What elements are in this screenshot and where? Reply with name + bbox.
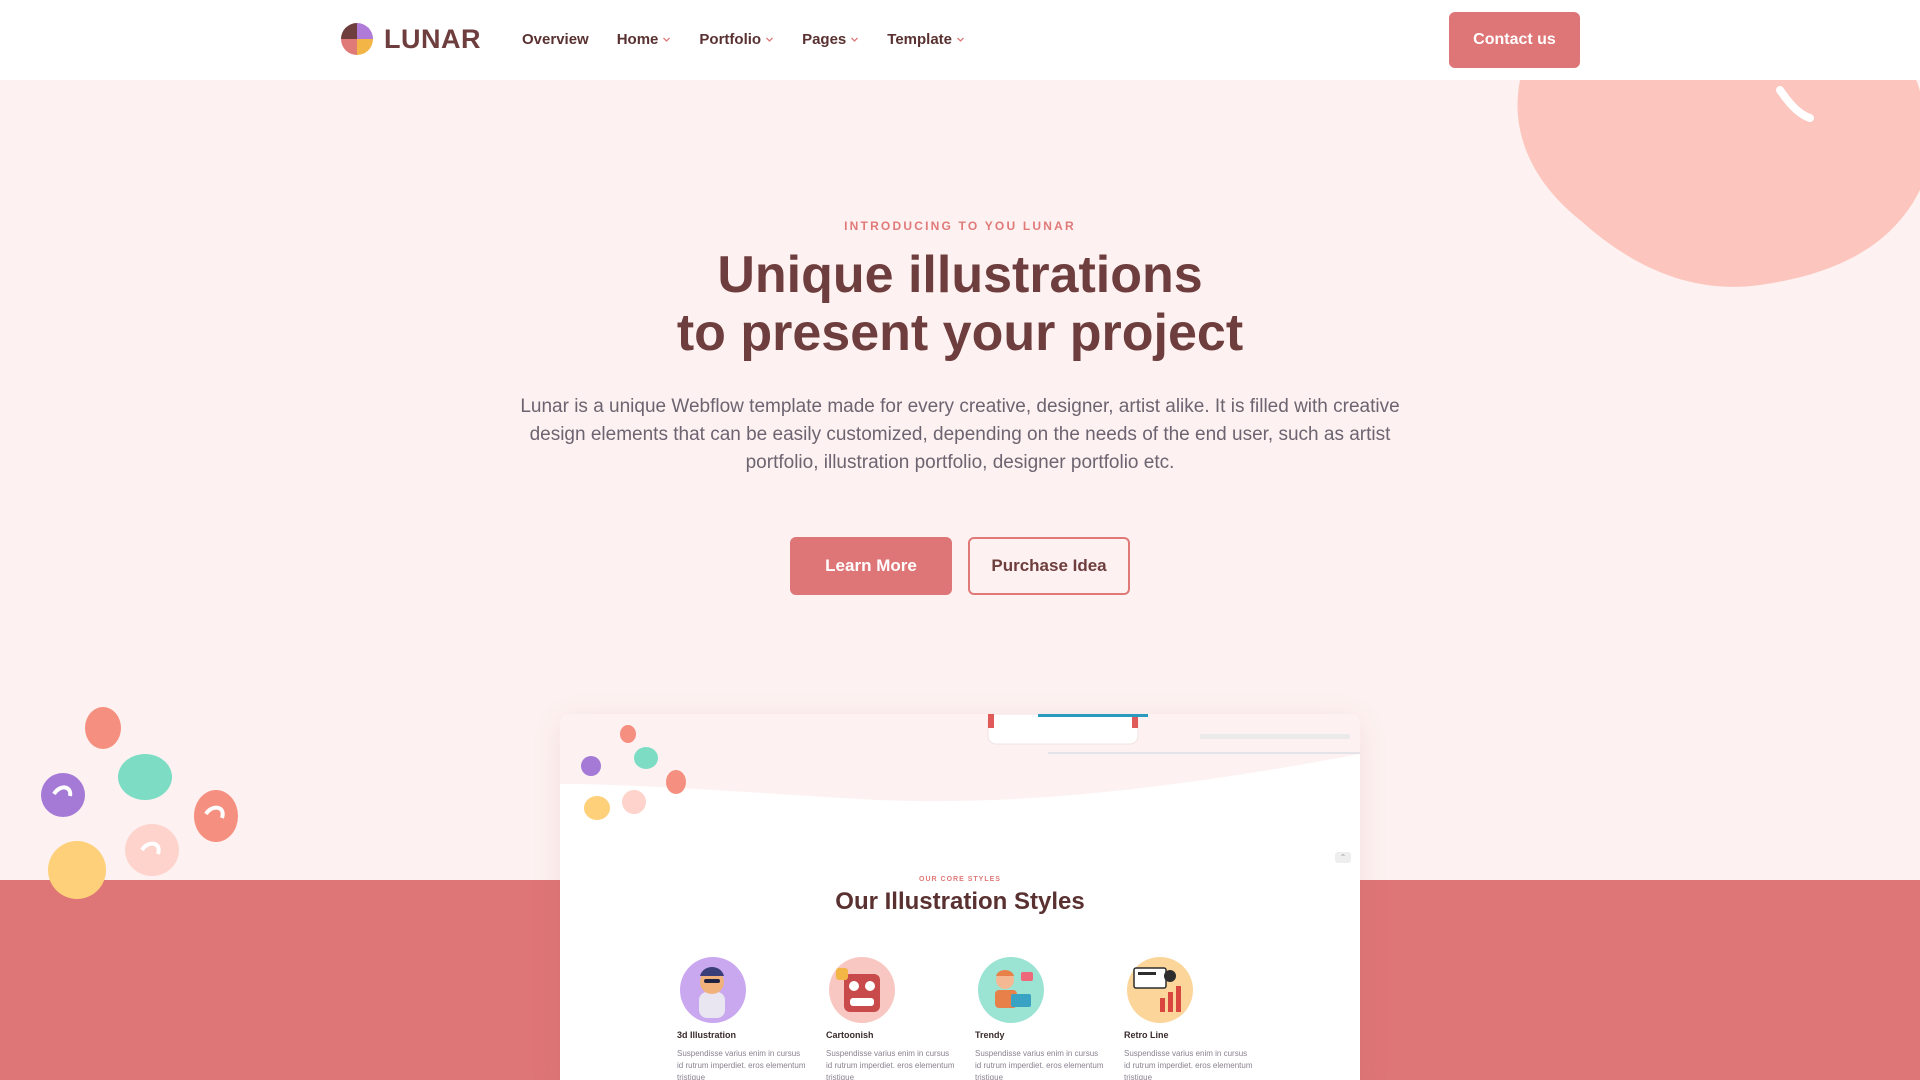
chevron-down-icon [765, 35, 774, 44]
purchase-idea-button[interactable]: Purchase Idea [968, 537, 1130, 595]
style-card-retro-line[interactable]: Retro Line Suspendisse varius enim in cu… [1124, 954, 1273, 1080]
trendy-icon [978, 957, 1044, 1023]
style-card-text: Suspendisse varius enim in cursus id rut… [1124, 1049, 1253, 1080]
nav-item-label: Pages [802, 31, 847, 48]
cartoonish-icon [829, 957, 895, 1023]
chevron-down-icon [850, 35, 859, 44]
style-card-title: Retro Line [1124, 1030, 1169, 1040]
hero-title-line-1: Unique illustrations [717, 246, 1203, 304]
preview-eyebrow: OUR CORE STYLES [919, 876, 1001, 883]
nav-item-label: Template [887, 31, 953, 48]
nav-item-overview[interactable]: Overview [522, 31, 589, 48]
style-card-cartoonish[interactable]: Cartoonish Suspendisse varius enim in cu… [826, 954, 975, 1080]
template-preview: ⌃ OUR CORE STYLES Our Illustration Style… [560, 714, 1360, 1080]
chevron-down-icon [662, 35, 671, 44]
preview-blobs [581, 725, 686, 820]
nav-item-portfolio[interactable]: Portfolio [699, 31, 774, 48]
retro-line-icon [1127, 957, 1193, 1023]
style-card-title: 3d Illustration [677, 1030, 737, 1040]
logo-text: LUNAR [384, 23, 481, 54]
learn-more-button[interactable]: Learn More [790, 537, 952, 595]
style-card-text: Suspendisse varius enim in cursus id rut… [677, 1049, 806, 1080]
style-card-3d[interactable]: 3d Illustration Suspendisse varius enim … [677, 954, 826, 1080]
logo[interactable]: LUNAR [340, 22, 481, 56]
style-card-title: Cartoonish [826, 1030, 874, 1040]
3d-illustration-icon [680, 957, 746, 1023]
chevron-down-icon [956, 35, 965, 44]
style-card-trendy[interactable]: Trendy Suspendisse varius enim in cursus… [975, 954, 1124, 1080]
nav-item-home[interactable]: Home [617, 31, 672, 48]
nav-item-template[interactable]: Template [887, 31, 965, 48]
illustration-styles-list: 3d Illustration Suspendisse varius enim … [677, 954, 1273, 1080]
preview-title: Our Illustration Styles [835, 888, 1085, 915]
decorative-blob [1517, 70, 1920, 287]
nav-item-label: Overview [522, 31, 589, 48]
hero-description: Lunar is a unique Webflow template made … [520, 396, 1400, 473]
nav-item-label: Home [616, 31, 659, 48]
lunar-logo-icon [341, 23, 373, 55]
site-header: LUNAR Overview Home Portfolio Pages Temp… [0, 0, 1920, 80]
nav-item-pages[interactable]: Pages [802, 31, 859, 48]
decorative-blobs [41, 707, 238, 899]
hero-title-line-2: to present your project [676, 304, 1244, 362]
scroll-up-icon[interactable]: ⌃ [1335, 852, 1351, 863]
nav-item-label: Portfolio [699, 31, 762, 48]
contact-us-button[interactable]: Contact us [1449, 12, 1580, 68]
style-card-text: Suspendisse varius enim in cursus id rut… [975, 1049, 1104, 1080]
style-card-text: Suspendisse varius enim in cursus id rut… [826, 1049, 955, 1080]
main-nav: Overview Home Portfolio Pages Template [522, 31, 993, 48]
style-card-title: Trendy [975, 1030, 1005, 1040]
